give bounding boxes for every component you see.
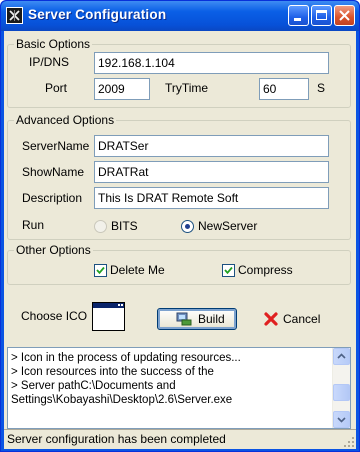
cancel-label: Cancel bbox=[283, 312, 321, 326]
window-title: Server Configuration bbox=[28, 7, 167, 22]
basic-options-legend: Basic Options bbox=[14, 37, 93, 51]
trytime-label: TryTime bbox=[165, 81, 209, 95]
server-configuration-window: Server Configuration Basic Options IP/DN… bbox=[0, 0, 360, 452]
run-label: Run bbox=[22, 218, 45, 232]
log-line: > Icon resources into the success of the bbox=[11, 366, 214, 378]
app-icon bbox=[6, 7, 23, 24]
trytime-input[interactable]: 60 bbox=[259, 78, 309, 100]
log-scrollbar[interactable] bbox=[332, 348, 350, 428]
run-bits-label: BITS bbox=[111, 219, 138, 233]
dialog-client-area: Basic Options IP/DNS 192.168.1.104 Port … bbox=[4, 31, 356, 449]
close-icon[interactable] bbox=[334, 5, 355, 26]
log-line: > Icon in the process of updating resour… bbox=[11, 352, 241, 364]
basic-options-group: Basic Options IP/DNS 192.168.1.104 Port … bbox=[7, 38, 351, 108]
other-options-legend: Other Options bbox=[14, 243, 93, 257]
delete-me-checkbox[interactable] bbox=[94, 264, 107, 277]
port-input[interactable]: 2009 bbox=[94, 78, 150, 100]
scroll-down-icon[interactable] bbox=[333, 411, 350, 428]
title-bar[interactable]: Server Configuration bbox=[1, 1, 359, 31]
build-label: Build bbox=[198, 312, 225, 326]
minimize-icon[interactable] bbox=[288, 5, 309, 26]
size-grip-icon[interactable] bbox=[343, 436, 355, 448]
ip-dns-label: IP/DNS bbox=[29, 55, 70, 69]
compress-label: Compress bbox=[238, 263, 293, 277]
status-bar: Server configuration has been completed bbox=[4, 429, 356, 449]
showname-label: ShowName bbox=[22, 165, 85, 179]
ip-dns-input[interactable]: 192.168.1.104 bbox=[94, 52, 329, 74]
servername-input[interactable]: DRATSer bbox=[94, 135, 329, 157]
run-bits-radio[interactable] bbox=[94, 220, 107, 233]
trytime-unit: S bbox=[317, 81, 326, 95]
description-input[interactable]: This Is DRAT Remote Soft bbox=[94, 187, 329, 209]
log-output-box[interactable]: > Icon in the process of updating resour… bbox=[7, 347, 351, 429]
run-newserver-radio[interactable] bbox=[181, 220, 194, 233]
cancel-button[interactable]: Cancel bbox=[259, 308, 329, 330]
log-line: Settings\Kobayashi\Desktop\2.6\Server.ex… bbox=[11, 394, 233, 406]
showname-input[interactable]: DRATRat bbox=[94, 161, 329, 183]
other-options-group: Other Options Delete Me Compress bbox=[7, 244, 351, 285]
build-icon bbox=[176, 312, 192, 326]
run-newserver-label: NewServer bbox=[198, 219, 258, 233]
scroll-thumb[interactable] bbox=[333, 384, 350, 401]
window-ico-preview[interactable] bbox=[92, 302, 125, 331]
choose-ico-label: Choose ICO bbox=[21, 309, 88, 323]
cancel-icon bbox=[264, 312, 278, 326]
description-label: Description bbox=[22, 191, 83, 205]
servername-label: ServerName bbox=[22, 139, 90, 153]
maximize-icon[interactable] bbox=[311, 5, 332, 26]
advanced-options-legend: Advanced Options bbox=[14, 113, 117, 127]
advanced-options-group: Advanced Options ServerName DRATSer Show… bbox=[7, 114, 351, 240]
scroll-up-icon[interactable] bbox=[333, 348, 350, 365]
status-text: Server configuration has been completed bbox=[7, 432, 226, 446]
delete-me-label: Delete Me bbox=[110, 263, 165, 277]
compress-checkbox[interactable] bbox=[222, 264, 235, 277]
log-line: > Server pathC:\Documents and bbox=[11, 380, 176, 392]
port-label: Port bbox=[45, 81, 68, 95]
build-button[interactable]: Build bbox=[157, 308, 237, 330]
